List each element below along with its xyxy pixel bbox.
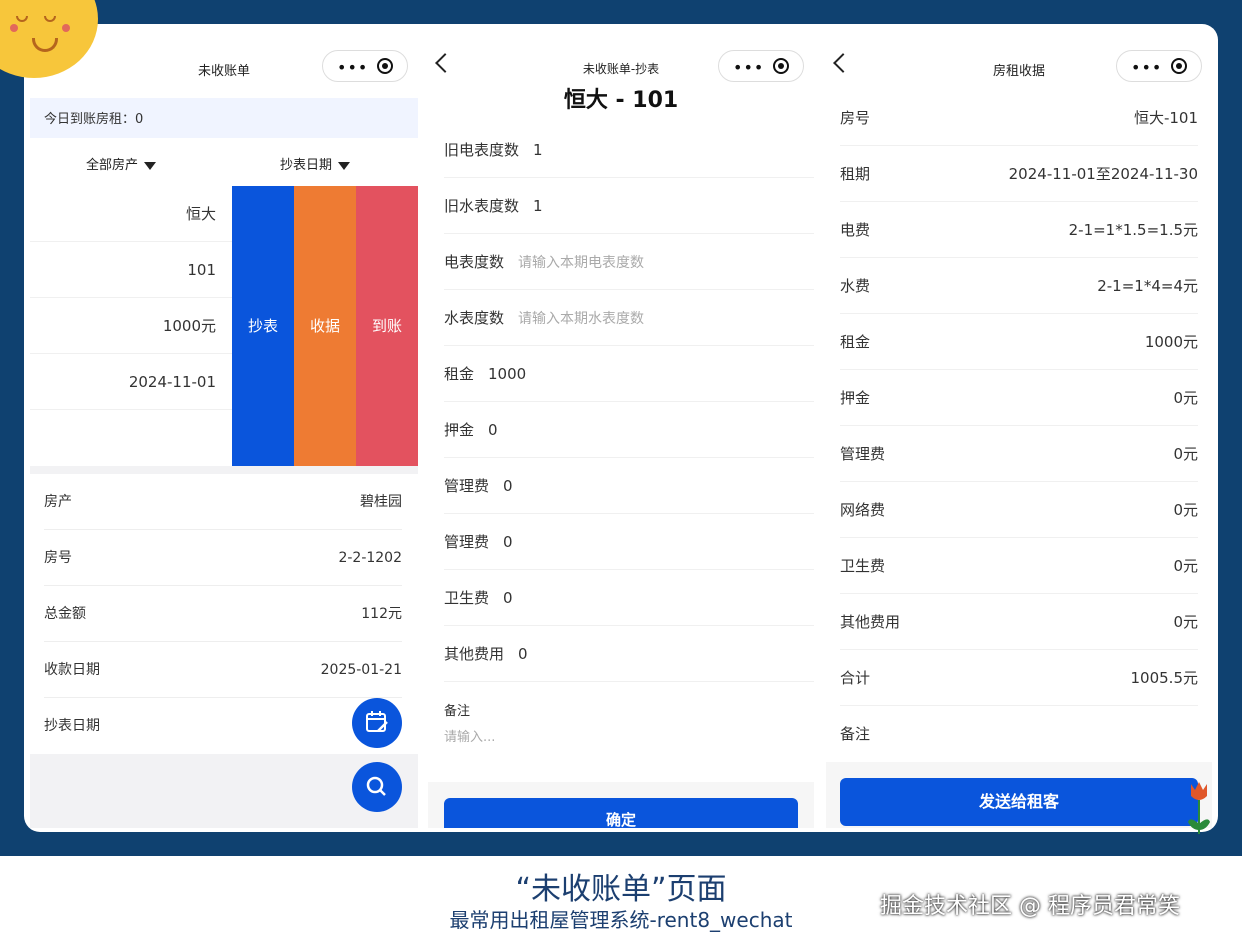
- bill-date: 2024-11-01: [30, 354, 232, 410]
- room-heading: 恒大 - 101: [563, 88, 679, 113]
- more-icon[interactable]: •••: [337, 58, 368, 77]
- close-miniapp-icon[interactable]: [1171, 58, 1187, 74]
- receipt-row: 卫生费 0元: [840, 538, 1198, 594]
- receipt-row: 网络费 0元: [840, 482, 1198, 538]
- other-fees-field[interactable]: 其他费用 0: [444, 626, 814, 682]
- nav-bar: 房租收据 •••: [826, 32, 1212, 90]
- meter-reading-button[interactable]: 抄表: [232, 186, 294, 466]
- list-item: 房产 碧桂园: [44, 474, 402, 530]
- calendar-edit-button[interactable]: [352, 698, 402, 748]
- bill-property: 恒大: [30, 186, 232, 242]
- watermark: 掘金技术社区 @ 程序员君常笑: [880, 894, 1180, 919]
- menu-capsule[interactable]: •••: [322, 50, 408, 82]
- list-item: 抄表日期: [44, 718, 100, 734]
- more-icon[interactable]: •••: [1131, 58, 1162, 77]
- more-icon[interactable]: •••: [733, 58, 764, 77]
- old-water-field[interactable]: 旧水表度数 1: [444, 178, 814, 234]
- list-item: 房号 2-2-1202: [44, 530, 402, 586]
- receipt-note-row: 备注: [840, 725, 871, 743]
- caret-down-icon: [144, 161, 157, 170]
- filter-meter-date[interactable]: 抄表日期: [280, 154, 351, 173]
- rent-receipt-screen: 房租收据 ••• 房号 恒大-101 租期 2024-11-01至2024-11-3…: [826, 32, 1212, 828]
- caret-down-icon: [338, 161, 351, 170]
- receipt-row: 房号 恒大-101: [840, 90, 1198, 146]
- note-label: 备注: [444, 704, 471, 719]
- caption-area: “未收账单”页面 最常用出租屋管理系统-rent8_wechat 掘金技术社区 …: [0, 856, 1242, 942]
- calendar-edit-icon: [366, 711, 388, 732]
- search-icon: [366, 776, 386, 796]
- receipt-total-row: 合计 1005.5元: [840, 650, 1198, 706]
- receipt-row: 水费 2-1=1*4=4元: [840, 258, 1198, 314]
- receipt-button[interactable]: 收据: [294, 186, 356, 466]
- menu-capsule[interactable]: •••: [1116, 50, 1202, 82]
- receipt-row: 租期 2024-11-01至2024-11-30: [840, 146, 1198, 202]
- confirm-button[interactable]: 确定: [444, 798, 798, 828]
- paid-button[interactable]: 到账: [356, 186, 418, 466]
- management-fee-field-2[interactable]: 管理费 0: [444, 514, 814, 570]
- bill-card[interactable]: 恒大 101 1000元 2024-11-01 抄表 收据 到账: [30, 186, 418, 466]
- tulip-decoration-icon: [1188, 782, 1210, 834]
- rent-field[interactable]: 租金 1000: [444, 346, 814, 402]
- meter-form: 旧电表度数 1 旧水表度数 1 电表度数 请输入本期电表度数 水表度数 请输入本期水表度…: [428, 122, 814, 782]
- deposit-field[interactable]: 押金 0: [444, 402, 814, 458]
- meter-reading-screen: 未收账单-抄表 恒大 - 101 ••• 旧电表度数 1 旧水表度数 1 电表度数请…: [428, 32, 814, 828]
- filter-meter-date-label: 抄表日期: [280, 158, 333, 173]
- filter-property-label: 全部房产: [86, 158, 139, 173]
- receipt-row: 押金 0元: [840, 370, 1198, 426]
- receipt-row: 租金 1000元: [840, 314, 1198, 370]
- filter-property[interactable]: 全部房产: [86, 154, 157, 173]
- menu-capsule[interactable]: •••: [718, 50, 804, 82]
- unpaid-bills-screen: 未收账单 ••• 今日到账房租：0 全部房产 抄表日期 恒大 101 1000元…: [30, 32, 418, 828]
- old-electric-field[interactable]: 旧电表度数 1: [444, 122, 814, 178]
- list-item: 总金额 112元: [44, 586, 402, 642]
- electric-reading-input[interactable]: 电表度数 请输入本期电表度数: [444, 234, 814, 290]
- receipt-row: 电费 2-1=1*1.5=1.5元: [840, 202, 1198, 258]
- bill-room: 101: [30, 242, 232, 298]
- receipt-row: 其他费用 0元: [840, 594, 1198, 650]
- sanitation-fee-field[interactable]: 卫生费 0: [444, 570, 814, 626]
- management-fee-field[interactable]: 管理费 0: [444, 458, 814, 514]
- nav-bar: 未收账单-抄表 恒大 - 101 •••: [428, 32, 814, 122]
- list-item: 收款日期 2025-01-21: [44, 642, 402, 698]
- search-button[interactable]: [352, 762, 402, 812]
- close-miniapp-icon[interactable]: [773, 58, 789, 74]
- filter-bar: 全部房产 抄表日期: [30, 138, 418, 186]
- bill-amount: 1000元: [30, 298, 232, 354]
- send-to-tenant-button[interactable]: 发送给租客: [840, 778, 1198, 826]
- close-miniapp-icon[interactable]: [377, 58, 393, 74]
- water-reading-input[interactable]: 水表度数 请输入本期水表度数: [444, 290, 814, 346]
- note-input[interactable]: 请输入...: [444, 726, 495, 745]
- today-rent-summary: 今日到账房租：0: [30, 98, 418, 138]
- receipt-row: 管理费 0元: [840, 426, 1198, 482]
- receipt-list: 房号 恒大-101 租期 2024-11-01至2024-11-30 电费 2-1=1…: [826, 90, 1212, 762]
